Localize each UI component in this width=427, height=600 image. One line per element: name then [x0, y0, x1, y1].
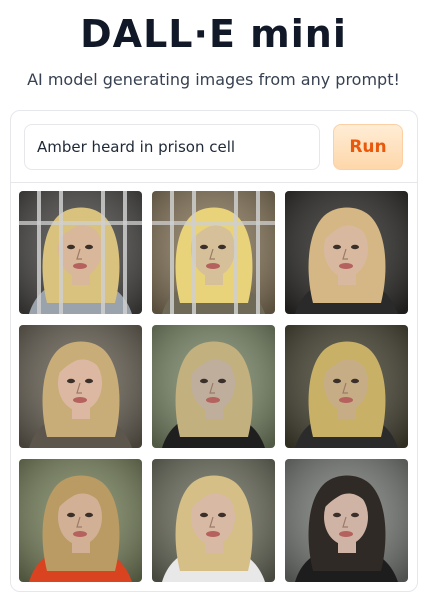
- portrait-image: [152, 459, 275, 582]
- portrait-image: [285, 191, 408, 314]
- generated-image[interactable]: [152, 459, 275, 582]
- generated-image[interactable]: [285, 459, 408, 582]
- portrait-image: [285, 459, 408, 582]
- generated-image[interactable]: [19, 459, 142, 582]
- portrait-image: [19, 325, 142, 448]
- portrait-image: [19, 191, 142, 314]
- app-title: DALL·E mini: [80, 12, 347, 56]
- portrait-image: [285, 325, 408, 448]
- app-subtitle: AI model generating images from any prom…: [27, 70, 400, 89]
- generated-image[interactable]: [19, 325, 142, 448]
- generated-image[interactable]: [152, 325, 275, 448]
- prompt-input[interactable]: [24, 124, 320, 170]
- portrait-image: [152, 191, 275, 314]
- generated-image[interactable]: [19, 191, 142, 314]
- image-grid: [19, 191, 408, 582]
- prompt-bar: Run: [11, 111, 417, 183]
- generator-panel: Run: [10, 110, 418, 592]
- portrait-image: [19, 459, 142, 582]
- run-button[interactable]: Run: [333, 124, 403, 170]
- generated-image[interactable]: [285, 191, 408, 314]
- portrait-image: [152, 325, 275, 448]
- generated-image[interactable]: [285, 325, 408, 448]
- generated-image[interactable]: [152, 191, 275, 314]
